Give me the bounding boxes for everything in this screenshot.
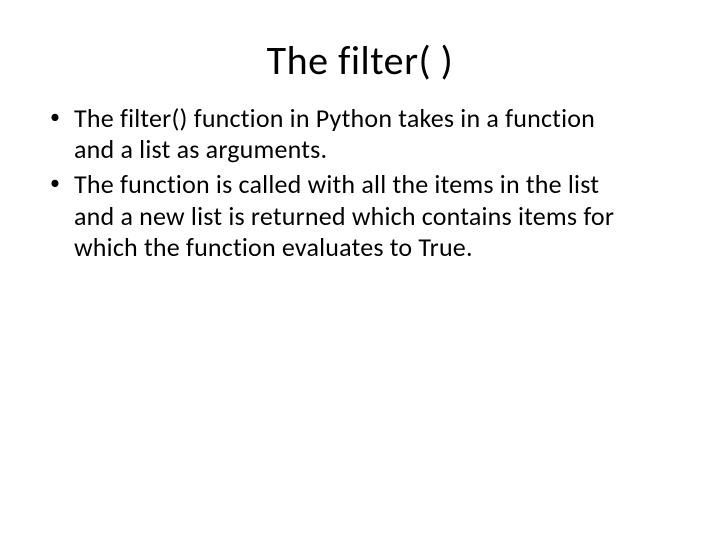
bullet-item: The filter() function in Python takes in… [50,103,630,165]
slide: The filter( ) The filter() function in P… [0,0,720,540]
slide-body: The filter() function in Python takes in… [40,103,630,263]
bullet-item: The function is called with all the item… [50,169,630,263]
slide-title: The filter( ) [40,36,680,85]
